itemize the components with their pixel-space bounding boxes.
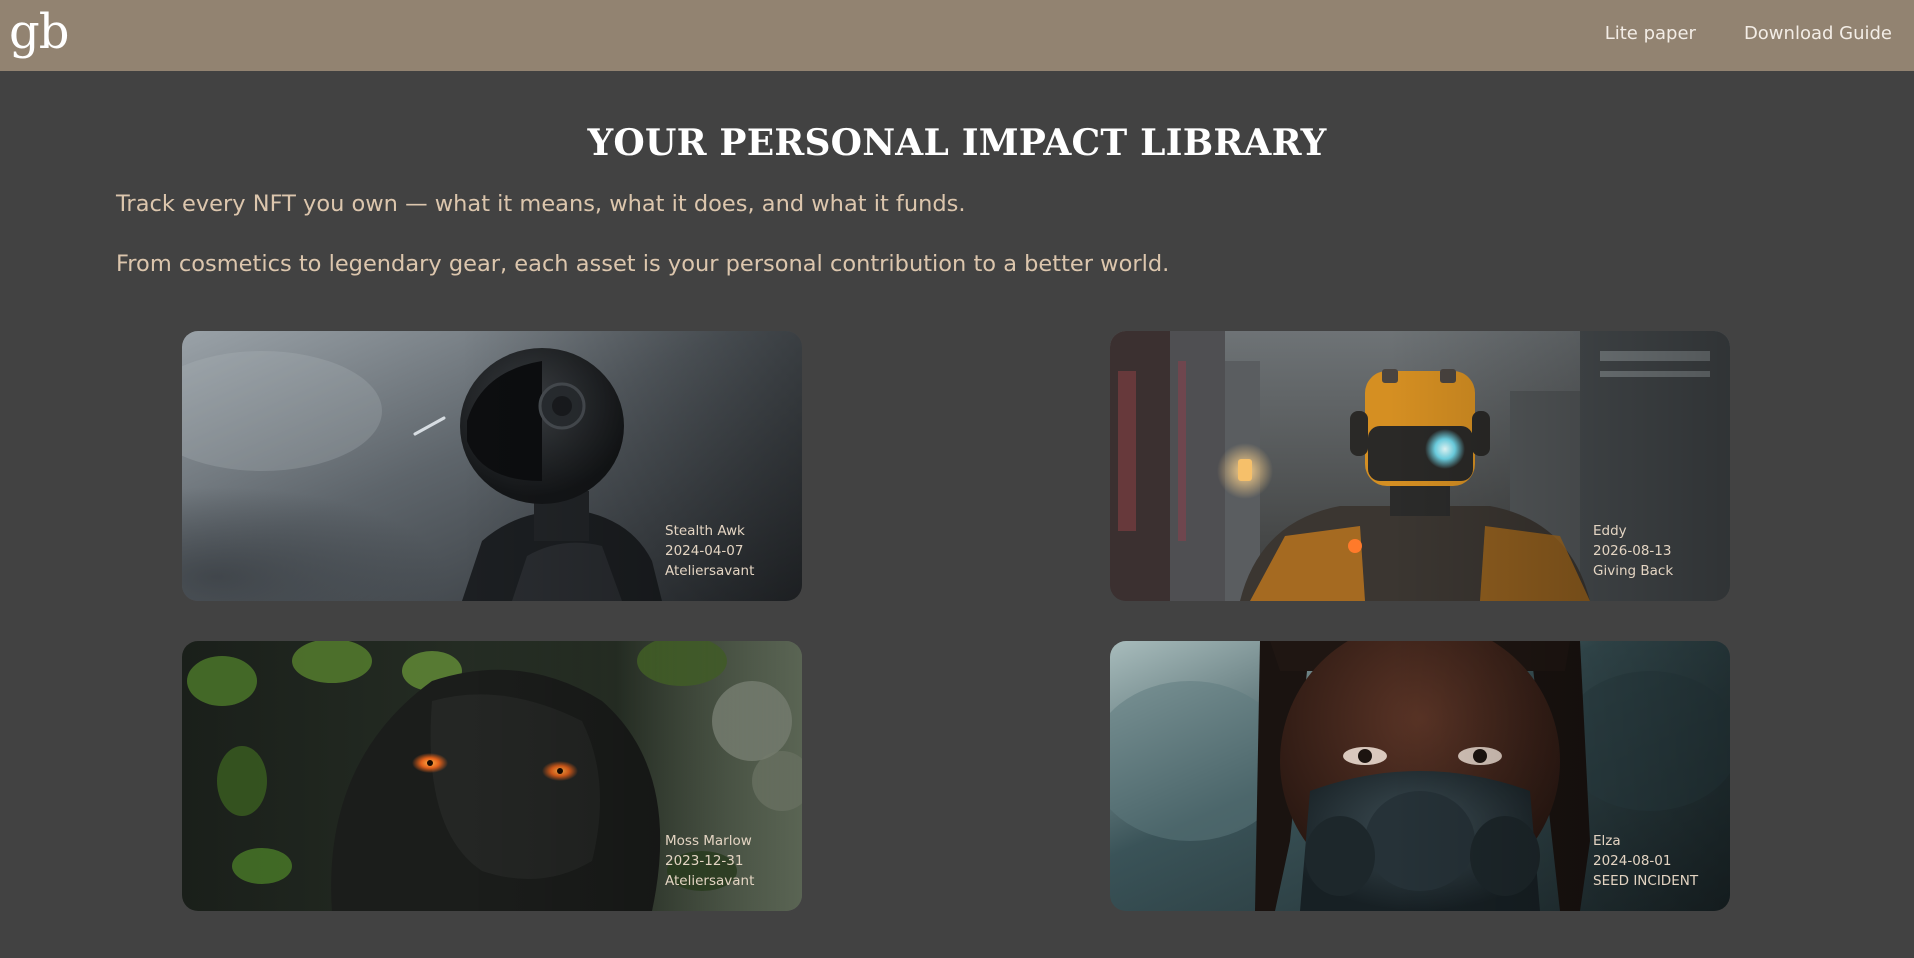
nft-card-elza[interactable]: Elza 2024-08-01 SEED INCIDENT — [1110, 641, 1730, 911]
card-title: Eddy — [1593, 523, 1627, 539]
nft-card-stealth-awk[interactable]: Stealth Awk 2024-04-07 Ateliersavant — [182, 331, 802, 601]
card-date: 2023-12-31 — [665, 853, 744, 869]
card-date: 2026-08-13 — [1593, 543, 1672, 559]
card-meta: Moss Marlow 2023-12-31 Ateliersavant — [665, 831, 754, 891]
card-title: Moss Marlow — [665, 833, 752, 849]
page-title: YOUR PERSONAL IMPACT LIBRARY — [587, 122, 1327, 164]
card-date: 2024-04-07 — [665, 543, 744, 559]
card-creator: SEED INCIDENT — [1593, 873, 1699, 889]
nft-card-eddy[interactable]: Eddy 2026-08-13 Giving Back — [1110, 331, 1730, 601]
card-creator: Ateliersavant — [665, 873, 755, 889]
card-meta: Stealth Awk 2024-04-07 Ateliersavant — [665, 521, 754, 581]
card-creator: Giving Back — [1593, 563, 1674, 579]
card-creator: Ateliersavant — [665, 563, 755, 579]
card-date: 2024-08-01 — [1593, 853, 1672, 869]
intro-text-line-2: From cosmetics to legendary gear, each a… — [116, 251, 1170, 277]
nft-card-moss-marlow[interactable]: Moss Marlow 2023-12-31 Ateliersavant — [182, 641, 802, 911]
card-meta: Elza 2024-08-01 SEED INCIDENT — [1593, 831, 1698, 891]
top-nav: Lite paper Download Guide — [1605, 22, 1892, 46]
intro-text-line-1: Track every NFT you own — what it means,… — [116, 191, 966, 217]
card-title: Elza — [1593, 833, 1621, 849]
card-meta: Eddy 2026-08-13 Giving Back — [1593, 521, 1673, 581]
card-title: Stealth Awk — [665, 523, 745, 539]
nav-link-download-guide[interactable]: Download Guide — [1744, 22, 1892, 46]
top-bar: gb Lite paper Download Guide — [0, 0, 1914, 71]
brand-logo[interactable]: gb — [9, 4, 69, 60]
nav-link-lite-paper[interactable]: Lite paper — [1605, 22, 1696, 46]
